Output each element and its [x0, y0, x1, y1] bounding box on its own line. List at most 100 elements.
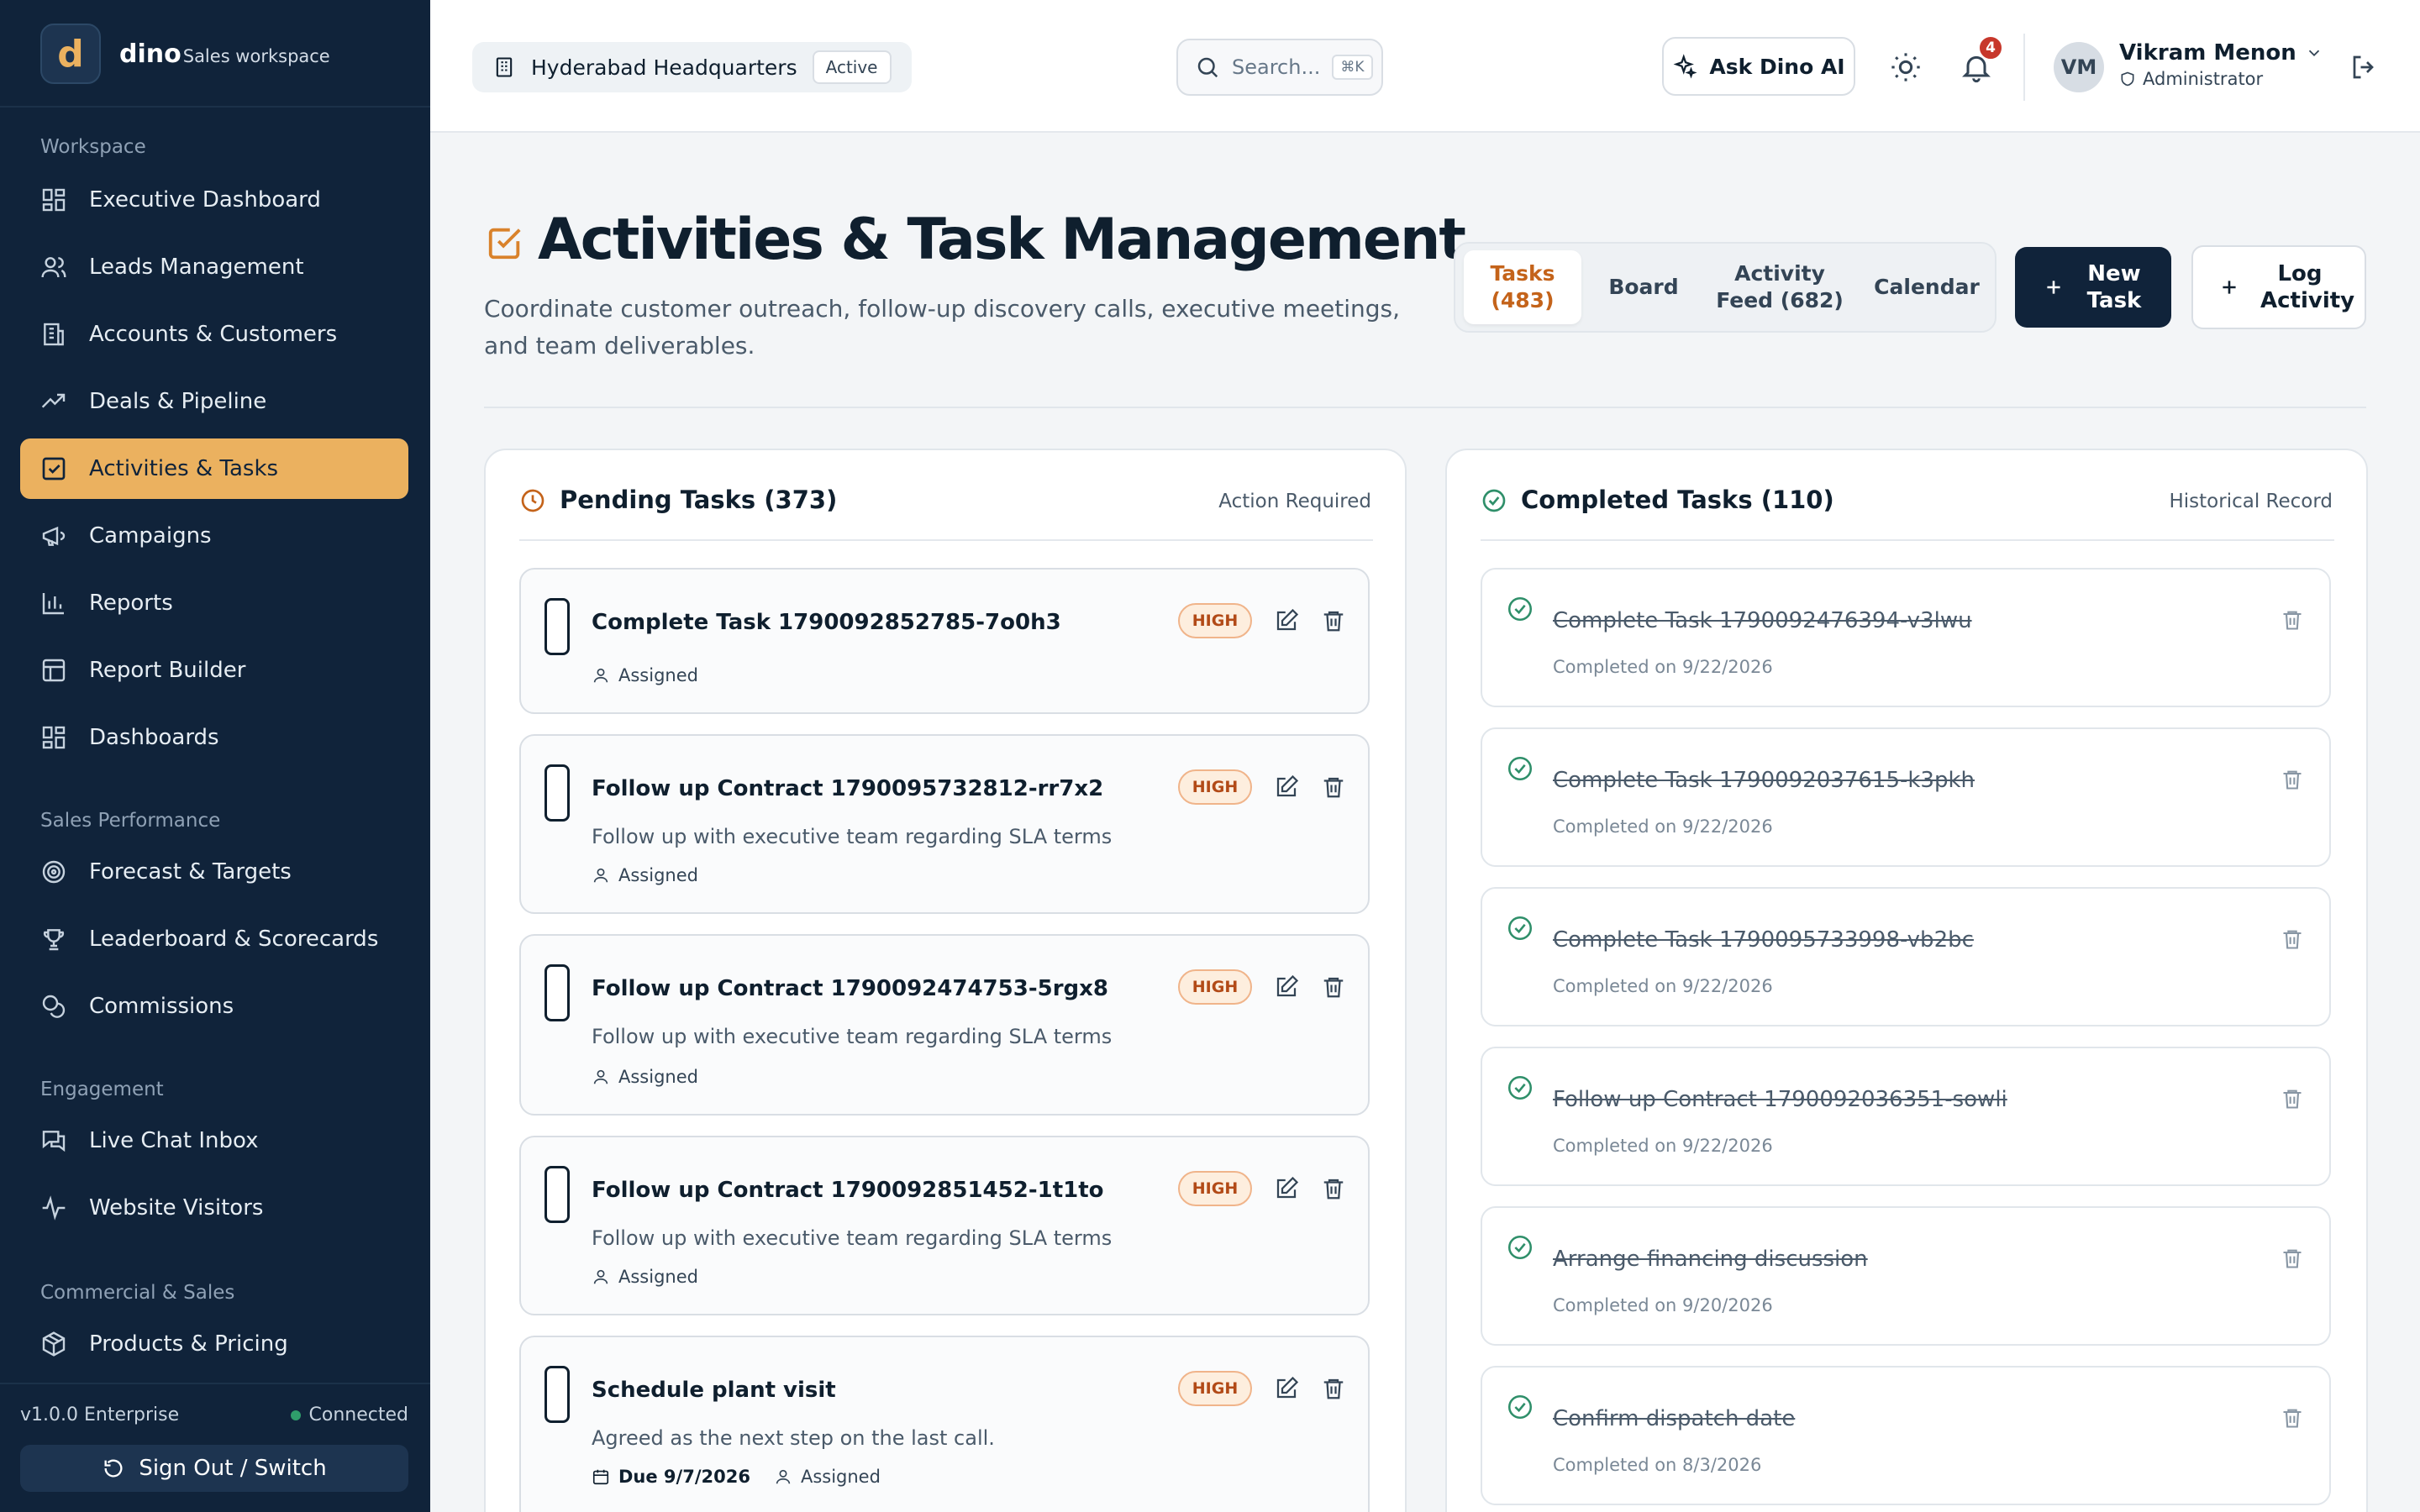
sidebar-item-deals-pipeline[interactable]: Deals & Pipeline [20, 371, 408, 432]
clock-icon [521, 489, 544, 512]
check-circle-icon[interactable] [1506, 1074, 1534, 1102]
view-tabs: Tasks (483) Board Activity Feed (682) Ca… [1454, 242, 1996, 333]
completed-task-date: Completed on 8/3/2026 [1553, 1455, 1762, 1475]
user-icon [593, 868, 608, 883]
sidebar-item-label: Campaigns [89, 523, 212, 549]
task-checkbox[interactable] [544, 764, 570, 822]
sign-out-button[interactable]: Sign Out / Switch [20, 1445, 408, 1492]
sidebar-item-leaderboard[interactable]: Leaderboard & Scorecards [20, 909, 408, 969]
search-icon [1197, 57, 1218, 78]
completed-task-card[interactable]: Confirm dispatch date Completed on 8/3/2… [1481, 1366, 2331, 1505]
logout-icon[interactable] [2349, 52, 2380, 82]
location-status-badge: Active [812, 50, 892, 84]
sidebar-item-commissions[interactable]: Commissions [20, 976, 408, 1037]
sidebar-item-leads-management[interactable]: Leads Management [20, 237, 408, 297]
check-circle-icon[interactable] [1506, 595, 1534, 623]
megaphone-icon [42, 526, 66, 546]
ask-ai-button[interactable]: Ask Dino AI [1662, 37, 1855, 96]
trash-icon[interactable] [1321, 1376, 1346, 1401]
brand-name-text: dino [119, 39, 182, 69]
sidebar-item-label: Website Visitors [89, 1195, 264, 1221]
avatar[interactable]: VM [2054, 42, 2104, 92]
user-menu[interactable]: Vikram Menon [2119, 40, 2323, 66]
location-selector[interactable]: Hyderabad Headquarters Active [472, 42, 912, 92]
task-card[interactable]: Follow up Contract 1790095732812-rr7x2 H… [519, 734, 1370, 914]
user-icon [593, 1269, 608, 1284]
task-title: Follow up Contract 1790095732812-rr7x2 [592, 776, 1104, 801]
task-assignee: Assigned [618, 1267, 698, 1287]
trash-icon[interactable] [1321, 1176, 1346, 1201]
shield-icon [2121, 71, 2134, 87]
task-card[interactable]: Schedule plant visit HIGH Agreed as the … [519, 1336, 1370, 1512]
brand-logo-letter: d [57, 32, 84, 76]
sidebar-item-dashboards[interactable]: Dashboards [20, 707, 408, 768]
sidebar-item-activities-tasks[interactable]: Activities & Tasks [20, 438, 408, 499]
task-checkbox[interactable] [544, 964, 570, 1021]
tab-calendar[interactable]: Calendar [1865, 250, 1988, 324]
edit-icon[interactable] [1274, 1376, 1299, 1401]
task-checkbox[interactable] [544, 598, 570, 655]
log-activity-button[interactable]: Log Activity [2191, 245, 2366, 329]
edit-icon[interactable] [1274, 774, 1299, 800]
task-card[interactable]: Follow up Contract 1790092474753-5rgx8 H… [519, 934, 1370, 1116]
trash-icon[interactable] [2281, 927, 2304, 951]
completed-task-card[interactable]: Arrange financing discussion Completed o… [1481, 1206, 2331, 1346]
sidebar-item-report-builder[interactable]: Report Builder [20, 640, 408, 701]
sidebar-item-live-chat-inbox[interactable]: Live Chat Inbox [20, 1110, 408, 1171]
completed-task-card[interactable]: Complete Task 1790092476394-v3lwu Comple… [1481, 568, 2331, 707]
trash-icon[interactable] [2281, 768, 2304, 791]
trash-icon[interactable] [1321, 608, 1346, 633]
task-card[interactable]: Complete Task 1790092852785-7o0h3 HIGH A… [519, 568, 1370, 714]
check-circle-icon[interactable] [1506, 914, 1534, 942]
search-input[interactable]: Search... ⌘K [1176, 39, 1383, 96]
users-icon [41, 257, 66, 278]
completed-task-title: Complete Task 1790095733998-vb2bc [1553, 927, 1974, 953]
table-icon [42, 659, 66, 682]
sidebar-item-executive-dashboard[interactable]: Executive Dashboard [20, 170, 408, 230]
user-name: Vikram Menon [2119, 40, 2296, 66]
task-description: Follow up with executive team regarding … [592, 1025, 1113, 1048]
check-circle-icon[interactable] [1506, 1393, 1534, 1421]
user-icon [593, 668, 608, 683]
sidebar-item-campaigns[interactable]: Campaigns [20, 506, 408, 566]
priority-badge: HIGH [1178, 603, 1252, 638]
check-circle-icon[interactable] [1506, 754, 1534, 783]
tab-tasks[interactable]: Tasks (483) [1464, 250, 1581, 324]
trash-icon[interactable] [1321, 974, 1346, 1000]
section-label-engagement: Engagement [40, 1079, 164, 1100]
trash-icon[interactable] [2281, 1087, 2304, 1110]
sidebar-item-reports[interactable]: Reports [20, 573, 408, 633]
check-circle-icon[interactable] [1506, 1233, 1534, 1262]
user-role-label: Administrator [2143, 69, 2264, 89]
notification-count-badge: 4 [1978, 35, 2003, 60]
trash-icon[interactable] [2281, 1406, 2304, 1430]
new-task-label: New Task [2086, 261, 2142, 313]
completed-task-card[interactable]: Follow up Contract 1790092036351-sowli C… [1481, 1047, 2331, 1186]
tab-activity-feed[interactable]: Activity Feed (682) [1706, 250, 1854, 324]
task-description: Agreed as the next step on the last call… [592, 1426, 995, 1450]
connection-status: Connected [290, 1404, 408, 1425]
completed-task-card[interactable]: Complete Task 1790095733998-vb2bc Comple… [1481, 887, 2331, 1026]
task-title: Follow up Contract 1790092851452-1t1to [592, 1178, 1104, 1203]
edit-icon[interactable] [1274, 974, 1299, 1000]
task-card[interactable]: Follow up Contract 1790092851452-1t1to H… [519, 1136, 1370, 1315]
trash-icon[interactable] [2281, 1247, 2304, 1270]
edit-icon[interactable] [1274, 608, 1299, 633]
new-task-button[interactable]: New Task [2015, 247, 2171, 328]
sidebar-divider [0, 106, 430, 108]
brand[interactable]: d dinoSales workspace [40, 24, 330, 84]
task-checkbox[interactable] [544, 1166, 570, 1223]
task-checkbox[interactable] [544, 1366, 570, 1423]
sidebar-item-products-pricing[interactable]: Products & Pricing [20, 1314, 408, 1374]
trash-icon[interactable] [2281, 608, 2304, 632]
sidebar-item-website-visitors[interactable]: Website Visitors [20, 1178, 408, 1238]
sidebar-item-accounts-customers[interactable]: Accounts & Customers [20, 304, 408, 365]
refresh-icon [104, 1459, 123, 1478]
edit-icon[interactable] [1274, 1176, 1299, 1201]
completed-task-card[interactable]: Complete Task 1790092037615-k3pkh Comple… [1481, 727, 2331, 867]
trash-icon[interactable] [1321, 774, 1346, 800]
task-meta: Due 9/7/2026 Assigned [592, 1467, 881, 1487]
sidebar-item-forecast-targets[interactable]: Forecast & Targets [20, 842, 408, 902]
tab-board[interactable]: Board [1593, 250, 1694, 324]
sun-icon[interactable] [1889, 50, 1923, 84]
